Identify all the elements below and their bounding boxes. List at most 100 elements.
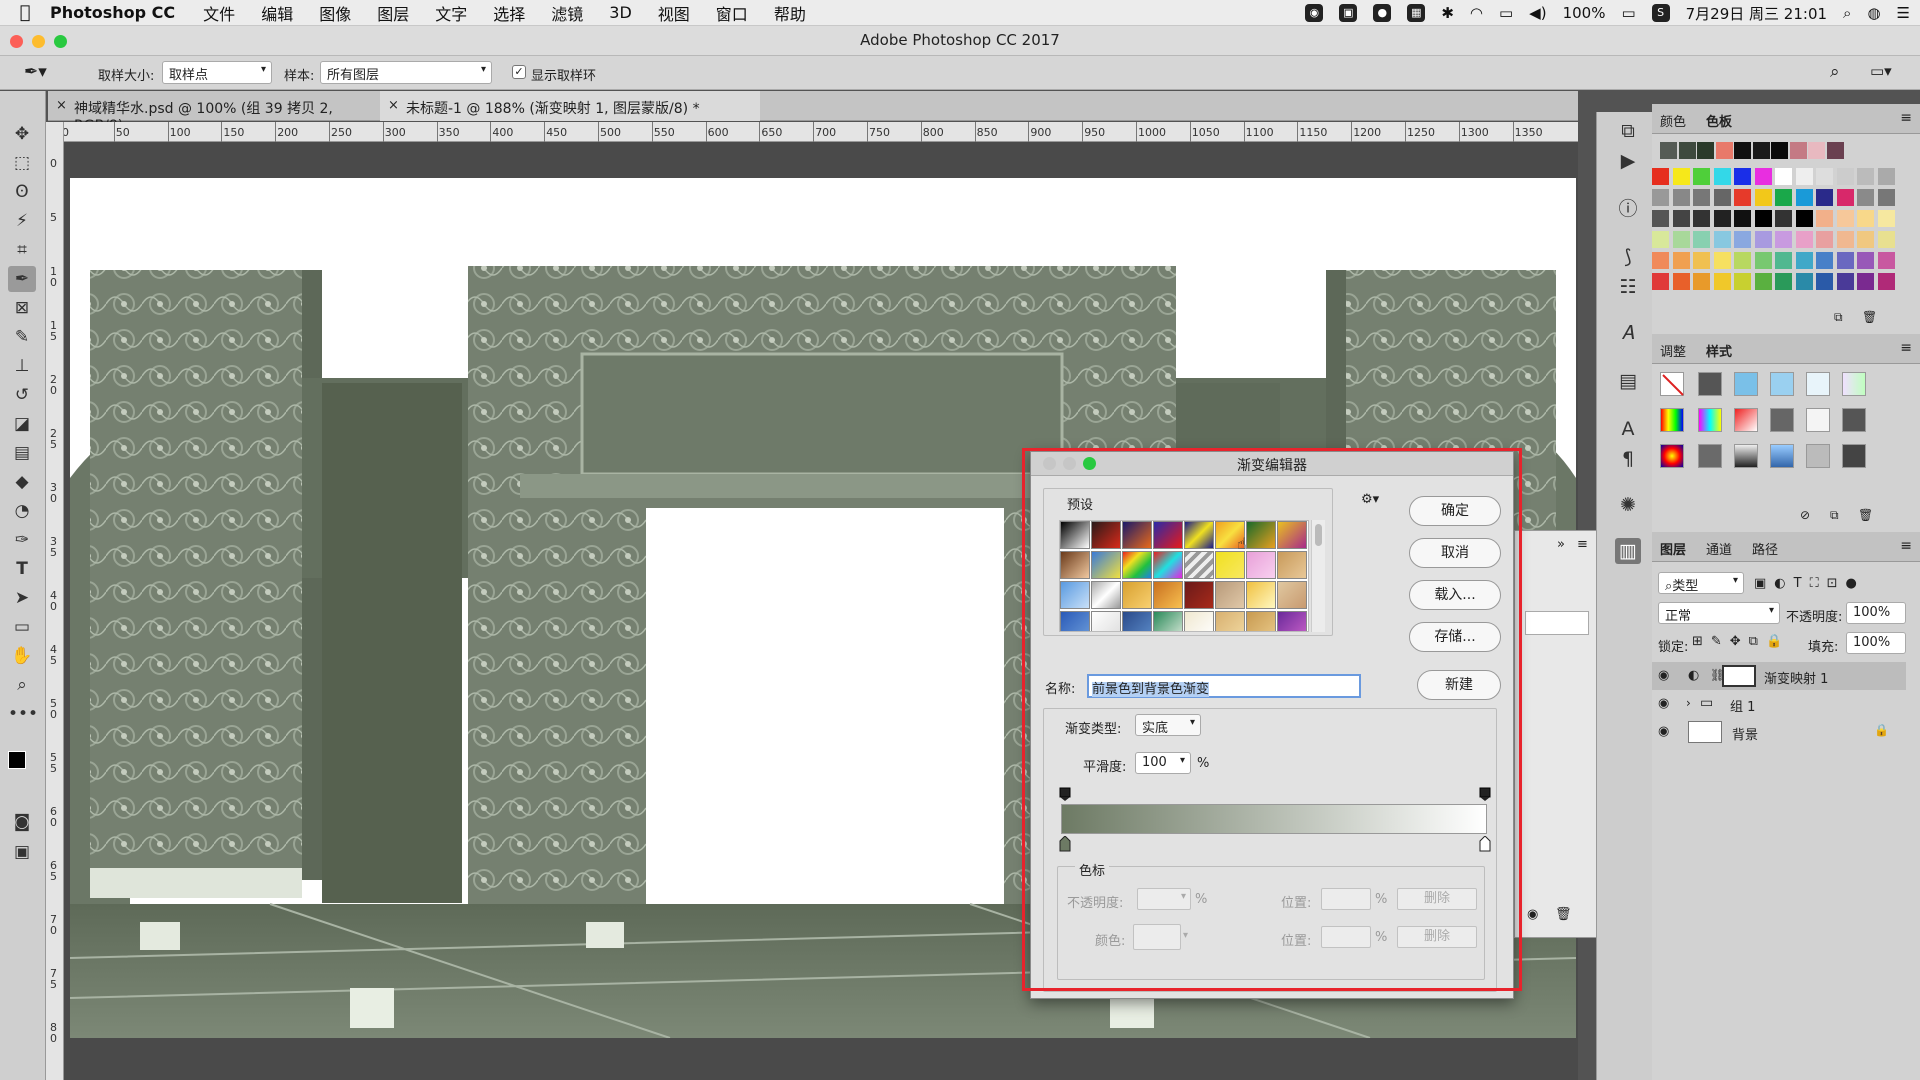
gradient-preset[interactable] <box>1184 521 1214 549</box>
actions-play-icon[interactable]: ▶ <box>1615 148 1641 174</box>
panel-menu-icon[interactable]: ≡ <box>1900 538 1912 554</box>
gradient-preset[interactable] <box>1153 521 1183 549</box>
color-swatch[interactable] <box>1672 231 1690 248</box>
color-swatch[interactable] <box>1734 168 1751 185</box>
gradient-preset[interactable] <box>1153 581 1183 609</box>
style-none[interactable] <box>1660 372 1684 396</box>
recent-swatch[interactable] <box>1808 142 1825 159</box>
color-swatch[interactable] <box>1857 273 1874 290</box>
gradient-preset[interactable] <box>1122 581 1152 609</box>
color-swatch[interactable] <box>1877 168 1895 185</box>
color-swatch[interactable] <box>1652 252 1669 269</box>
chevron-down-icon[interactable]: ▾ <box>1183 930 1188 941</box>
color-swatch[interactable] <box>1693 273 1710 290</box>
layer-row-background[interactable]: ◉ 背景 🔒 <box>1652 718 1906 746</box>
color-swatch[interactable] <box>1836 273 1854 290</box>
more-icon[interactable]: ••• <box>8 701 38 727</box>
eraser-icon[interactable]: ◪ <box>8 411 36 437</box>
gradient-preset[interactable] <box>1184 551 1214 579</box>
gradient-preset[interactable] <box>1277 521 1307 549</box>
menu-edit[interactable]: 编辑 <box>261 1 293 25</box>
new-style-icon[interactable]: ⧉ <box>1830 508 1839 523</box>
properties-select[interactable] <box>1525 611 1589 635</box>
style-swatch[interactable] <box>1734 408 1758 432</box>
color-swatch[interactable] <box>1672 168 1690 185</box>
stop-opacity-delete-button[interactable]: 删除 <box>1397 888 1477 910</box>
color-swatch[interactable] <box>1734 210 1751 227</box>
brush-icon[interactable]: ✎ <box>8 324 36 350</box>
gradient-preset[interactable] <box>1277 551 1307 579</box>
properties-icon[interactable]: ▥ <box>1615 538 1641 564</box>
brush-settings-icon[interactable]: ⟆ <box>1615 244 1641 270</box>
style-swatch[interactable] <box>1842 444 1866 468</box>
tab-channels[interactable]: 通道 <box>1706 539 1732 558</box>
battery-icon[interactable]: ▭ <box>1621 4 1635 22</box>
color-swatch[interactable] <box>1754 252 1772 269</box>
panel-menu-icon[interactable]: ≡ <box>1900 340 1912 356</box>
style-swatch[interactable] <box>1734 444 1758 468</box>
layer-filter-select[interactable]: ⌕类型 ▾ <box>1658 572 1744 594</box>
color-swatch[interactable] <box>1775 231 1792 248</box>
clock[interactable]: 7月29日 周三 21:01 <box>1686 3 1827 24</box>
gradient-preset[interactable] <box>1060 551 1090 579</box>
new-swatch-icon[interactable]: ⧉ <box>1834 310 1843 325</box>
color-swatch[interactable] <box>1754 189 1772 206</box>
gradient-preset[interactable] <box>1246 521 1276 549</box>
gradient-preset[interactable] <box>1091 611 1121 631</box>
recent-swatch[interactable] <box>1660 142 1677 159</box>
wifi-icon[interactable]: ◠ <box>1470 4 1483 22</box>
color-stop-left[interactable] <box>1059 835 1071 852</box>
notification-center-icon[interactable]: ☰ <box>1897 4 1910 22</box>
libraries-icon[interactable]: ▤ <box>1615 368 1641 394</box>
color-swatch[interactable] <box>1713 231 1731 248</box>
recent-swatch[interactable] <box>1697 142 1714 159</box>
color-swatch[interactable] <box>1816 252 1833 269</box>
ok-button[interactable]: 确定 <box>1409 496 1501 526</box>
menu-help[interactable]: 帮助 <box>774 1 806 25</box>
recent-swatch[interactable] <box>1715 142 1733 159</box>
layer-row-gradient-map[interactable]: ◉ ◐ ⛓ 渐变映射 1 <box>1652 662 1906 690</box>
color-swatch[interactable] <box>1795 273 1813 290</box>
color-swatch[interactable] <box>1754 231 1772 248</box>
magic-wand-icon[interactable]: ⚡ <box>8 208 36 234</box>
color-swatch[interactable] <box>1652 189 1669 206</box>
visibility-icon[interactable]: ◉ <box>1658 724 1669 739</box>
color-swatch[interactable] <box>1775 210 1792 227</box>
gradient-preset[interactable] <box>1277 611 1307 631</box>
menu-view[interactable]: 视图 <box>658 1 690 25</box>
color-swatch[interactable] <box>1672 210 1690 227</box>
menu-select[interactable]: 选择 <box>493 1 525 25</box>
collapse-arrows-icon[interactable]: » <box>1557 537 1565 552</box>
history-brush-icon[interactable]: ↺ <box>8 382 36 408</box>
app-menu[interactable]: Photoshop CC <box>50 3 175 22</box>
color-swatch[interactable] <box>1713 168 1731 185</box>
screen-mode-icon[interactable]: ▣ <box>8 839 36 865</box>
gradient-preset[interactable] <box>1246 581 1276 609</box>
menu-window[interactable]: 窗口 <box>716 1 748 25</box>
recent-swatch[interactable] <box>1771 142 1788 159</box>
sample-size-select[interactable]: 取样点 ▾ <box>162 61 272 84</box>
tab-styles[interactable]: 样式 <box>1706 341 1732 360</box>
color-swatch[interactable] <box>1795 252 1813 269</box>
new-button[interactable]: 新建 <box>1417 670 1501 700</box>
style-swatch[interactable] <box>1660 408 1684 432</box>
color-swatch[interactable] <box>1877 210 1895 227</box>
color-swatch[interactable] <box>1816 189 1833 206</box>
blend-mode-select[interactable]: 正常 ▾ <box>1658 602 1780 624</box>
tab-paths[interactable]: 路径 <box>1752 539 1778 558</box>
gradient-preset[interactable] <box>1184 611 1214 631</box>
color-swatch[interactable] <box>1693 210 1710 227</box>
gradient-preset[interactable] <box>1215 551 1245 579</box>
color-swatch[interactable] <box>1816 273 1833 290</box>
save-button[interactable]: 存储... <box>1409 622 1501 652</box>
color-swatch[interactable] <box>1836 231 1854 248</box>
stop-color-swatch[interactable] <box>1133 924 1181 950</box>
skype-icon[interactable]: S <box>1651 4 1670 22</box>
color-swatch[interactable] <box>1836 252 1854 269</box>
tab-color[interactable]: 颜色 <box>1660 111 1686 130</box>
color-swatch[interactable] <box>1877 231 1895 248</box>
mic-icon[interactable]: ● <box>1373 4 1392 22</box>
airplay-icon[interactable]: ▭ <box>1499 4 1513 22</box>
color-swatch[interactable] <box>1652 168 1669 185</box>
color-swatch[interactable] <box>1652 273 1669 290</box>
